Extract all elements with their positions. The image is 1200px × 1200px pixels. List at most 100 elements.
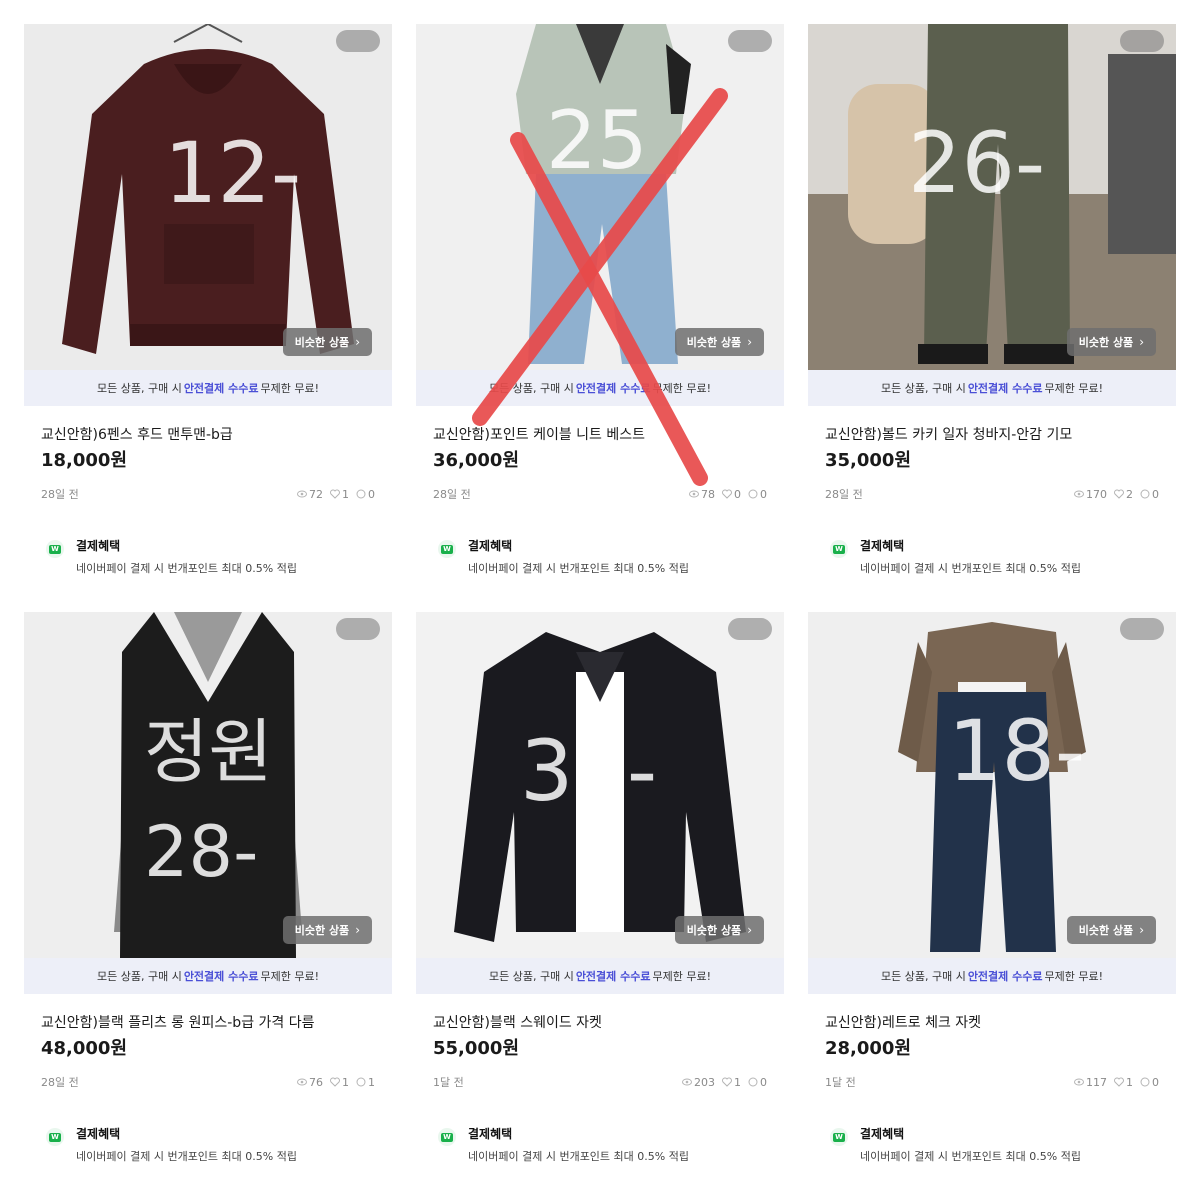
- handwritten-price-overlay: 18-: [948, 702, 1086, 800]
- product-price: 18,000원: [41, 450, 128, 471]
- like-count: 2: [1126, 487, 1133, 501]
- view-count: 72: [309, 487, 323, 501]
- heart-icon: [722, 489, 732, 499]
- chevron-right-icon: ›: [355, 923, 360, 937]
- similar-items-button[interactable]: 비슷한 상품 ›: [282, 328, 372, 356]
- eye-icon: [682, 1078, 692, 1086]
- naver-pay-icon: W: [46, 540, 64, 558]
- product-card[interactable]: 정원 28- 비슷한 상품 › 모든 상품, 구매 시 안전결제 수수료 무제한 무료…: [24, 612, 392, 1164]
- product-title[interactable]: 교신안함)레트로 체크 자켓: [825, 1014, 1176, 1032]
- product-meta: 28일 전 170 2 0: [825, 486, 1159, 502]
- naver-pay-icon: W: [830, 1128, 848, 1146]
- posted-time: 1달 전: [433, 1076, 464, 1089]
- safe-payment-banner: 모든 상품, 구매 시 안전결제 수수료 무제한 무료!: [416, 370, 784, 406]
- product-meta: 28일 전 72 1 0: [41, 486, 375, 502]
- chevron-right-icon: ›: [1139, 923, 1144, 937]
- product-meta: 1달 전 117 1 0: [825, 1074, 1159, 1090]
- like-count: 0: [734, 487, 741, 501]
- payment-benefit: W 결제혜택 네이버페이 결제 시 번개포인트 최대 0.5% 적립: [438, 1126, 784, 1164]
- heart-icon: [330, 489, 340, 499]
- chat-count: 0: [1152, 487, 1159, 501]
- payment-benefit: W 결제혜택 네이버페이 결제 시 번개포인트 최대 0.5% 적립: [46, 1126, 392, 1164]
- safe-payment-banner: 모든 상품, 구매 시 안전결제 수수료 무제한 무료!: [24, 370, 392, 406]
- similar-items-button[interactable]: 비슷한 상품 ›: [1066, 328, 1156, 356]
- chat-icon: [1140, 1077, 1150, 1087]
- handwritten-price-overlay: 30-: [520, 722, 658, 820]
- view-count: 203: [694, 1075, 715, 1089]
- product-meta: 1달 전 203 1 0: [433, 1074, 767, 1090]
- product-card[interactable]: 25 비슷한 상품 › 모든 상품, 구매 시 안전결제 수수료 무제한 무료! 교신…: [416, 24, 784, 576]
- view-count: 117: [1086, 1075, 1107, 1089]
- product-image[interactable]: 25 비슷한 상품 ›: [416, 24, 784, 370]
- posted-time: 28일 전: [41, 488, 79, 501]
- safe-payment-banner: 모든 상품, 구매 시 안전결제 수수료 무제한 무료!: [808, 958, 1176, 994]
- view-count: 76: [309, 1075, 323, 1089]
- eye-icon: [297, 490, 307, 498]
- chat-icon: [356, 1077, 366, 1087]
- product-card[interactable]: 12- 비슷한 상품 › 모든 상품, 구매 시 안전결제 수수료 무제한 무료! 교…: [24, 24, 392, 576]
- product-price: 48,000원: [41, 1038, 128, 1059]
- chevron-right-icon: ›: [355, 335, 360, 349]
- product-price: 36,000원: [433, 450, 520, 471]
- chat-icon: [356, 489, 366, 499]
- like-count: 1: [342, 1075, 349, 1089]
- product-title[interactable]: 교신안함)6펜스 후드 맨투맨-b급: [41, 426, 392, 444]
- product-image[interactable]: 정원 28- 비슷한 상품 ›: [24, 612, 392, 958]
- naver-pay-icon: W: [830, 540, 848, 558]
- chevron-right-icon: ›: [1139, 335, 1144, 349]
- chat-icon: [1140, 489, 1150, 499]
- product-title[interactable]: 교신안함)포인트 케이블 니트 베스트: [433, 426, 784, 444]
- product-price: 35,000원: [825, 450, 912, 471]
- posted-time: 28일 전: [41, 1076, 79, 1089]
- chat-count: 0: [760, 1075, 767, 1089]
- product-image[interactable]: 30- 비슷한 상품 ›: [416, 612, 784, 958]
- similar-items-button[interactable]: 비슷한 상품 ›: [1066, 916, 1156, 944]
- payment-benefit: W 결제혜택 네이버페이 결제 시 번개포인트 최대 0.5% 적립: [830, 1126, 1176, 1164]
- payment-benefit: W 결제혜택 네이버페이 결제 시 번개포인트 최대 0.5% 적립: [830, 538, 1176, 576]
- payment-benefit: W 결제혜택 네이버페이 결제 시 번개포인트 최대 0.5% 적립: [438, 538, 784, 576]
- similar-items-button[interactable]: 비슷한 상품 ›: [674, 328, 764, 356]
- product-card[interactable]: 26- 비슷한 상품 › 모든 상품, 구매 시 안전결제 수수료 무제한 무료! 교…: [808, 24, 1176, 576]
- similar-items-button[interactable]: 비슷한 상품 ›: [282, 916, 372, 944]
- similar-items-button[interactable]: 비슷한 상품 ›: [674, 916, 764, 944]
- product-card[interactable]: 18- 비슷한 상품 › 모든 상품, 구매 시 안전결제 수수료 무제한 무료! 교…: [808, 612, 1176, 1164]
- product-card[interactable]: 30- 비슷한 상품 › 모든 상품, 구매 시 안전결제 수수료 무제한 무료! 교…: [416, 612, 784, 1164]
- handwritten-price-overlay: 정원 28-: [144, 711, 273, 893]
- chat-count: 0: [760, 487, 767, 501]
- chat-count: 1: [368, 1075, 375, 1089]
- product-meta: 28일 전 78 0 0: [433, 486, 767, 502]
- safe-payment-banner: 모든 상품, 구매 시 안전결제 수수료 무제한 무료!: [24, 958, 392, 994]
- product-title[interactable]: 교신안함)블랙 플리츠 롱 원피스-b급 가격 다름: [41, 1014, 392, 1032]
- product-image[interactable]: 26- 비슷한 상품 ›: [808, 24, 1176, 370]
- product-image[interactable]: 12- 비슷한 상품 ›: [24, 24, 392, 370]
- chevron-right-icon: ›: [747, 335, 752, 349]
- posted-time: 28일 전: [825, 488, 863, 501]
- image-counter: [728, 618, 772, 640]
- safe-payment-banner: 모든 상품, 구매 시 안전결제 수수료 무제한 무료!: [808, 370, 1176, 406]
- product-image[interactable]: 18- 비슷한 상품 ›: [808, 612, 1176, 958]
- product-meta: 28일 전 76 1 1: [41, 1074, 375, 1090]
- chat-icon: [748, 489, 758, 499]
- product-title[interactable]: 교신안함)볼드 카키 일자 청바지-안감 기모: [825, 426, 1176, 444]
- product-price: 55,000원: [433, 1038, 520, 1059]
- handwritten-price-overlay: 26-: [908, 114, 1046, 212]
- product-price: 28,000원: [825, 1038, 912, 1059]
- eye-icon: [689, 490, 699, 498]
- product-title[interactable]: 교신안함)블랙 스웨이드 자켓: [433, 1014, 784, 1032]
- handwritten-price-overlay: 12-: [164, 124, 302, 222]
- image-counter: [1120, 618, 1164, 640]
- eye-icon: [1074, 1078, 1084, 1086]
- chevron-right-icon: ›: [747, 923, 752, 937]
- posted-time: 1달 전: [825, 1076, 856, 1089]
- posted-time: 28일 전: [433, 488, 471, 501]
- image-counter: [336, 30, 380, 52]
- chat-count: 0: [1152, 1075, 1159, 1089]
- payment-benefit: W 결제혜택 네이버페이 결제 시 번개포인트 최대 0.5% 적립: [46, 538, 392, 576]
- image-counter: [1120, 30, 1164, 52]
- heart-icon: [330, 1077, 340, 1087]
- image-counter: [336, 618, 380, 640]
- heart-icon: [1114, 489, 1124, 499]
- handwritten-price-overlay: 25: [546, 94, 648, 187]
- image-counter: [728, 30, 772, 52]
- eye-icon: [1074, 490, 1084, 498]
